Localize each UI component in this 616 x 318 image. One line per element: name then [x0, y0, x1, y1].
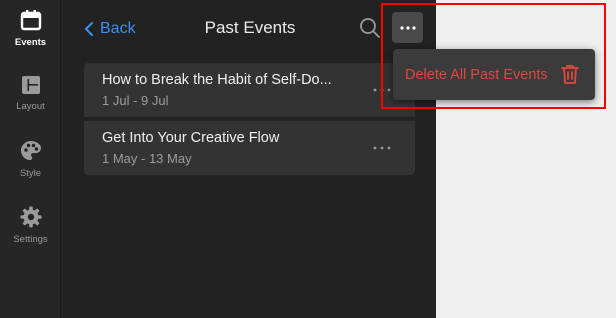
palette-icon [20, 141, 41, 160]
page-title: Past Events [204, 18, 296, 37]
chevron-left-icon [85, 22, 93, 36]
sidebar-item-events[interactable]: Events [0, 8, 61, 48]
sidebar-item-label: Settings [13, 234, 48, 245]
sidebar-rail: Events Layout Style Settings [0, 0, 61, 318]
sidebar-item-layout[interactable]: Layout [0, 74, 61, 112]
sidebar-item-style[interactable]: Style [0, 139, 61, 179]
list-item[interactable]: Get Into Your Creative Flow 1 May - 13 M… [84, 121, 415, 175]
gear-icon [20, 206, 41, 228]
search-icon [360, 18, 380, 38]
more-horizontal-icon [399, 25, 416, 30]
event-title: Get Into Your Creative Flow [102, 130, 280, 146]
more-horizontal-icon[interactable] [372, 141, 392, 155]
trash-icon [561, 65, 579, 84]
sidebar-item-label: Events [14, 37, 47, 48]
more-horizontal-icon[interactable] [372, 83, 392, 97]
back-label: Back [100, 20, 136, 37]
event-title: How to Break the Habit of Self-Do... [102, 72, 332, 88]
list-item[interactable]: How to Break the Habit of Self-Do... 1 J… [84, 63, 415, 117]
back-button[interactable]: Back [84, 19, 136, 39]
event-dates: 1 Jul - 9 Jul [102, 93, 169, 108]
layout-icon [21, 76, 40, 94]
more-options-button[interactable] [392, 12, 423, 43]
event-dates: 1 May - 13 May [102, 151, 192, 166]
menu-item-label: Delete All Past Events [405, 66, 548, 83]
sidebar-item-label: Style [19, 168, 42, 179]
search-button[interactable] [358, 16, 382, 40]
sidebar-item-settings[interactable]: Settings [0, 205, 61, 245]
sidebar-item-label: Layout [16, 101, 45, 112]
delete-all-past-events-menu-item[interactable]: Delete All Past Events [393, 49, 595, 100]
calendar-icon [20, 10, 41, 31]
